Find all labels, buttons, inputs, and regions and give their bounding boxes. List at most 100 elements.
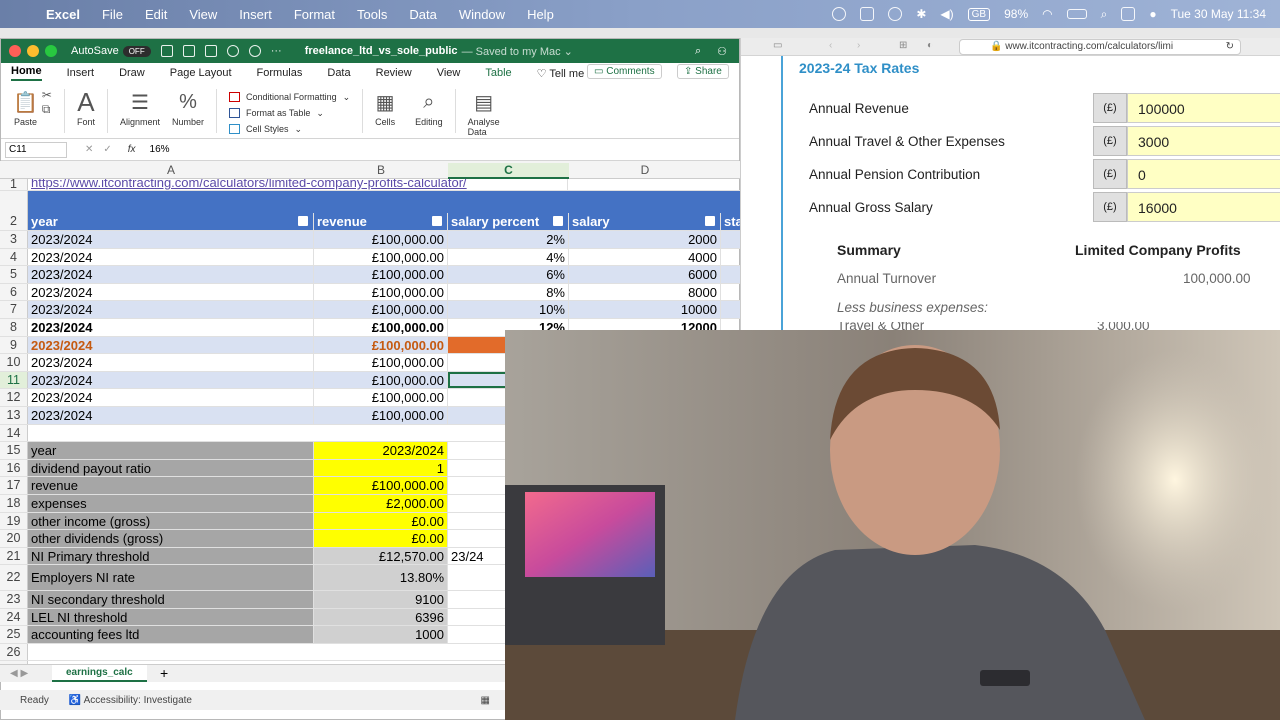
sheet-tab-earnings-calc[interactable]: earnings_calc [52, 665, 147, 682]
revenue-cell[interactable]: £100,000.00 [314, 248, 448, 266]
revenue-cell[interactable]: £100,000.00 [314, 231, 448, 248]
revenue-cell[interactable]: £100,000.00 [314, 266, 448, 283]
tab-page-layout[interactable]: Page Layout [170, 67, 232, 79]
save-icon[interactable] [182, 45, 195, 57]
param-value-cell[interactable]: £0.00 [314, 512, 448, 530]
col-header-a[interactable]: A [28, 163, 314, 177]
param-value-cell[interactable]: 1000 [314, 626, 448, 643]
menu-window[interactable]: Window [459, 7, 505, 22]
param-label-cell[interactable]: accounting fees ltd [28, 626, 314, 643]
undo-icon[interactable] [226, 45, 239, 57]
tab-formulas[interactable]: Formulas [257, 67, 303, 79]
row-number[interactable]: 14 [0, 424, 28, 442]
param-value-cell[interactable]: £100,000.00 [314, 477, 448, 494]
year-cell[interactable]: 2023/2024 [28, 231, 314, 248]
param-label-cell[interactable]: expenses [28, 495, 314, 512]
add-sheet-icon[interactable]: + [160, 665, 168, 681]
wifi-icon[interactable]: ◠ [1042, 7, 1052, 21]
year-cell[interactable]: 2023/2024 [28, 354, 314, 371]
row-number[interactable]: 23 [0, 591, 28, 608]
year-cell[interactable]: 2023/2024 [28, 283, 314, 301]
tab-data[interactable]: Data [327, 67, 350, 79]
revenue-cell[interactable]: £100,000.00 [314, 407, 448, 424]
param-label-cell[interactable]: year [28, 442, 314, 459]
row-number[interactable]: 13 [0, 407, 28, 424]
zoom-window-button[interactable] [45, 45, 57, 57]
year-cell[interactable]: 2023/2024 [28, 389, 314, 406]
param-label-cell[interactable]: Employers NI rate [28, 565, 314, 590]
cell-styles-button[interactable]: Cell Styles ⌄ [229, 121, 350, 137]
salary-percent-cell[interactable]: 2% [448, 231, 569, 248]
tab-draw[interactable]: Draw [119, 67, 145, 79]
alignment-button[interactable]: ☰ Alignment [120, 89, 160, 128]
number-button[interactable]: % Number [172, 89, 204, 128]
row-number[interactable]: 10 [0, 354, 28, 371]
cloud-icon[interactable] [860, 7, 875, 21]
revenue-cell[interactable]: £100,000.00 [314, 336, 448, 354]
salary-cell[interactable]: 8000 [569, 283, 721, 301]
font-button[interactable]: A Font [77, 87, 95, 128]
tab-review[interactable]: Review [376, 67, 412, 79]
salary-cell[interactable]: 10000 [569, 301, 721, 318]
tab-table[interactable]: Table [485, 67, 511, 79]
autosave-toggle[interactable]: OFF [122, 45, 151, 57]
header-cell[interactable]: salary [569, 213, 721, 230]
row-number[interactable]: 21 [0, 547, 28, 565]
format-as-table-button[interactable]: Format as Table ⌄ [229, 105, 350, 121]
row-number[interactable]: 8 [0, 319, 28, 336]
row-number[interactable]: 12 [0, 389, 28, 406]
row-number[interactable]: 22 [0, 565, 28, 590]
year-cell[interactable]: 2023/2024 [28, 371, 314, 389]
minimize-window-button[interactable] [27, 45, 39, 57]
salary-input[interactable]: 16000 [1127, 192, 1280, 222]
control-center-icon[interactable] [1121, 7, 1136, 21]
menu-format[interactable]: Format [294, 7, 335, 22]
tell-me-search[interactable]: ♡ Tell me [537, 67, 585, 80]
header-cell-truncated[interactable]: sta [721, 213, 740, 230]
cut-copy-group[interactable]: ✂ ⧉ [42, 88, 52, 116]
menubar-datetime[interactable]: Tue 30 May 11:34 [1171, 7, 1266, 21]
param-label-cell[interactable]: LEL NI threshold [28, 608, 314, 626]
revenue-input[interactable]: 100000 [1127, 93, 1280, 123]
year-cell[interactable]: 2023/2024 [28, 248, 314, 266]
param-value-cell[interactable]: £12,570.00 [314, 547, 448, 565]
paste-button[interactable]: 📋 Paste [13, 89, 38, 128]
analyse-data-button[interactable]: ▤ Analyse Data [468, 89, 500, 138]
row-number[interactable]: 16 [0, 459, 28, 477]
year-cell[interactable]: 2023/2024 [28, 266, 314, 283]
param-label-cell[interactable]: other dividends (gross) [28, 530, 314, 547]
home-icon[interactable] [160, 45, 173, 57]
salary-percent-cell[interactable]: 10% [448, 301, 569, 318]
menu-edit[interactable]: Edit [145, 7, 167, 22]
cancel-confirm-icons[interactable]: ✕✓ [85, 144, 122, 155]
spotlight-icon[interactable]: ⌕ [1101, 7, 1108, 22]
normal-view-icon[interactable]: ▦ [481, 695, 490, 706]
sheet-nav-icons[interactable]: ◀ ▶ [10, 668, 28, 679]
link-cell[interactable]: https://www.itcontracting.com/calculator… [28, 179, 568, 190]
col-header-c[interactable]: C [448, 163, 569, 179]
clock-icon[interactable] [888, 7, 903, 21]
param-label-cell[interactable]: other income (gross) [28, 512, 314, 530]
param-label-cell[interactable]: dividend payout ratio [28, 459, 314, 477]
param-value-cell[interactable]: 6396 [314, 608, 448, 626]
search-icon[interactable]: ⌕ [695, 45, 701, 58]
share-people-icon[interactable]: ⚇ [717, 45, 727, 58]
keyboard-layout-badge[interactable]: GB [967, 7, 991, 21]
accessibility-icon[interactable] [832, 7, 847, 21]
row-number[interactable]: 1 [0, 179, 28, 190]
sidebar-toggle-icon[interactable]: ▭ [773, 40, 782, 51]
salary-cell[interactable]: 4000 [569, 248, 721, 266]
more-icon[interactable]: ··· [271, 45, 283, 57]
tab-insert[interactable]: Insert [67, 67, 95, 79]
battery-icon[interactable] [1066, 9, 1087, 19]
menu-help[interactable]: Help [527, 7, 554, 22]
share-button[interactable]: ⇪ Share [677, 64, 729, 79]
menu-insert[interactable]: Insert [239, 7, 272, 22]
param-value-cell[interactable]: 13.80% [314, 565, 448, 590]
salary-percent-cell[interactable]: 6% [448, 266, 569, 283]
reload-icon[interactable]: ↻ [1226, 40, 1234, 54]
row-number[interactable]: 25 [0, 626, 28, 643]
filter-dropdown-icon[interactable] [705, 216, 715, 226]
row-number[interactable]: 7 [0, 301, 28, 318]
salary-cell[interactable]: 2000 [569, 231, 721, 248]
